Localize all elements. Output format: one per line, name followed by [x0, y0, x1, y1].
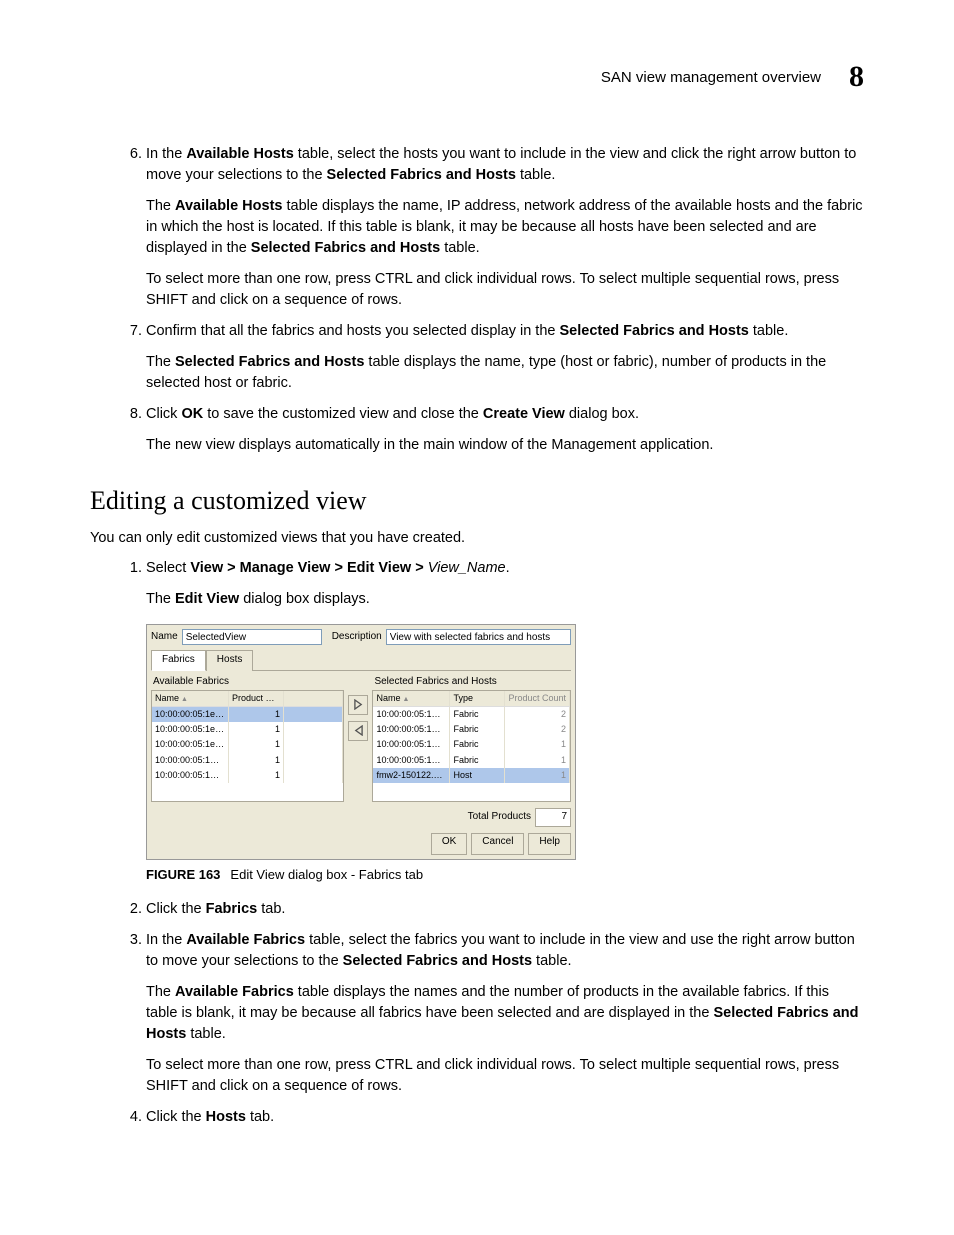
table-row[interactable]: 10:00:00:05:1e:0F:0...1: [152, 737, 343, 752]
section-intro: You can only edit customized views that …: [90, 530, 864, 546]
table-row[interactable]: 10:00:00:05:1e:0F:0...1: [152, 707, 343, 722]
table-row[interactable]: 10:00:00:05:1E:34:..Fabric2: [373, 707, 570, 722]
selected-fabrics-hosts-title: Selected Fabrics and Hosts: [372, 673, 571, 691]
available-fabrics-title: Available Fabrics: [151, 673, 344, 691]
table-row[interactable]: 10:00:00:05:1E:0D:...1: [152, 768, 343, 783]
table-row[interactable]: fmw2-150122.engl...Host1: [373, 768, 570, 783]
tab-strip: FabricsHosts: [151, 649, 571, 671]
total-products-label: Total Products: [468, 810, 531, 825]
table-row[interactable]: 10:00:00:05:1E:34:..Fabric2: [373, 722, 570, 737]
tab-hosts[interactable]: Hosts: [206, 650, 254, 671]
col-product-count[interactable]: Product Count: [229, 691, 284, 706]
list-item: Select View > Manage View > Edit View > …: [146, 558, 864, 884]
list-item: Confirm that all the fabrics and hosts y…: [146, 321, 864, 394]
description-label: Description: [332, 630, 382, 645]
section-heading: Editing a customized view: [90, 486, 864, 516]
name-input[interactable]: [182, 629, 322, 645]
move-right-button[interactable]: [348, 695, 368, 715]
tab-fabrics[interactable]: Fabrics: [151, 650, 206, 671]
table-row[interactable]: 10:00:00:05:1E:35:..Fabric1: [373, 737, 570, 752]
list-item: In the Available Fabrics table, select t…: [146, 930, 864, 1097]
selected-fabrics-hosts-table: Name▲TypeProduct Count10:00:00:05:1E:34:…: [372, 690, 571, 802]
move-left-button[interactable]: [348, 721, 368, 741]
col-type[interactable]: Type: [450, 691, 505, 706]
cancel-button[interactable]: Cancel: [471, 833, 524, 855]
edit-view-dialog: Name Description FabricsHosts Available Fab…: [146, 624, 576, 860]
available-fabrics-table: Name▲Product Count10:00:00:05:1e:0F:0...…: [151, 690, 344, 802]
list-item: Click the Hosts tab.: [146, 1107, 864, 1128]
table-row[interactable]: 10:00:00:05:1E:40:...1: [152, 753, 343, 768]
ok-button[interactable]: OK: [431, 833, 467, 855]
chapter-number: 8: [849, 60, 864, 94]
total-products-value: 7: [535, 808, 571, 827]
table-row[interactable]: 10:00:00:05:1E:37:..Fabric1: [373, 753, 570, 768]
figure: Name Description FabricsHosts Available Fab…: [146, 624, 864, 884]
running-header: SAN view management overview 8: [90, 60, 864, 94]
list-item: In the Available Hosts table, select the…: [146, 144, 864, 311]
col-name[interactable]: Name▲: [152, 691, 229, 706]
list-item: Click OK to save the customized view and…: [146, 404, 864, 456]
header-title: SAN view management overview: [601, 69, 821, 86]
help-button[interactable]: Help: [528, 833, 571, 855]
table-row[interactable]: 10:00:00:05:1e:0F:0...1: [152, 722, 343, 737]
steps-list-a: In the Available Hosts table, select the…: [120, 144, 864, 456]
steps-list-b: Select View > Manage View > Edit View > …: [120, 558, 864, 1128]
col-name[interactable]: Name▲: [373, 691, 450, 706]
list-item: Click the Fabrics tab.: [146, 899, 864, 920]
col-product-count[interactable]: Product Count: [505, 691, 570, 706]
figure-caption: FIGURE 163Edit View dialog box - Fabrics…: [146, 866, 864, 885]
name-label: Name: [151, 630, 178, 645]
description-input[interactable]: [386, 629, 571, 645]
